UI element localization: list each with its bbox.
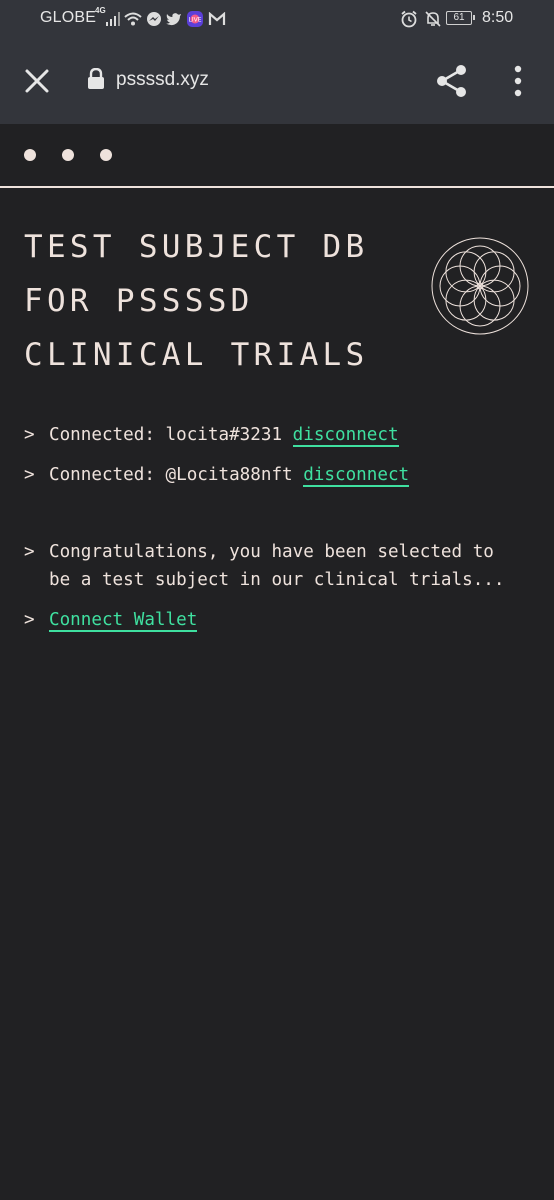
disconnect-link[interactable]: disconnect — [303, 465, 410, 487]
disconnect-link[interactable]: disconnect — [292, 425, 399, 447]
header-divider — [0, 186, 554, 188]
messenger-icon — [147, 12, 161, 26]
prompt-symbol: > — [24, 542, 35, 562]
connection-line: > Connected: @Locita88nft disconnect — [24, 461, 410, 489]
mute-icon — [425, 11, 441, 27]
title-line: CLINICAL TRIALS — [24, 337, 369, 373]
selection-message: > Congratulations, you have been selected… — [24, 538, 504, 594]
dot — [100, 149, 112, 161]
app-badge-icon: LIVE — [187, 11, 203, 27]
carrier-name: GLOBE — [40, 9, 97, 26]
status-bar: GLOBE 4G LIVE 61 8:50 — [0, 0, 554, 40]
battery-icon: 61 — [446, 11, 475, 25]
connection-status: Connected: @Locita88nft — [49, 465, 293, 485]
connection-line: > Connected: locita#3231 disconnect — [24, 421, 399, 449]
title-line: FOR PSSSSD — [24, 283, 254, 319]
close-icon[interactable] — [24, 68, 50, 94]
notification-icons: LIVE — [106, 10, 226, 28]
svg-text:LIVE: LIVE — [188, 17, 201, 24]
window-dots — [24, 149, 112, 161]
title-line: TEST SUBJECT DB — [24, 229, 369, 265]
page-title: TEST SUBJECT DB FOR PSSSSD CLINICAL TRIA… — [24, 220, 368, 382]
prompt-symbol: > — [24, 425, 35, 445]
share-icon[interactable] — [436, 64, 468, 98]
system-icons — [400, 10, 442, 28]
twitter-icon — [166, 13, 181, 26]
wifi-icon — [124, 12, 142, 26]
connect-wallet-link[interactable]: Connect Wallet — [49, 610, 198, 632]
alarm-icon — [401, 10, 417, 28]
browser-toolbar: pssssd.xyz — [0, 40, 554, 124]
connection-status: Connected: locita#3231 — [49, 425, 283, 445]
dot — [24, 149, 36, 161]
prompt-symbol: > — [24, 465, 35, 485]
clock: 8:50 — [482, 9, 514, 26]
url-text[interactable]: pssssd.xyz — [116, 69, 209, 91]
lock-icon — [88, 68, 104, 89]
wallet-line: > Connect Wallet — [24, 606, 198, 634]
message-line: be a test subject in our clinical trials… — [49, 570, 505, 590]
message-line: Congratulations, you have been selected … — [49, 542, 494, 562]
prompt-symbol: > — [24, 610, 35, 630]
gmail-icon — [208, 12, 226, 25]
signal-icon — [106, 12, 120, 26]
network-type: 4G — [95, 6, 106, 15]
more-options-icon[interactable] — [508, 65, 528, 97]
dot — [62, 149, 74, 161]
flower-of-life-logo — [431, 237, 529, 335]
